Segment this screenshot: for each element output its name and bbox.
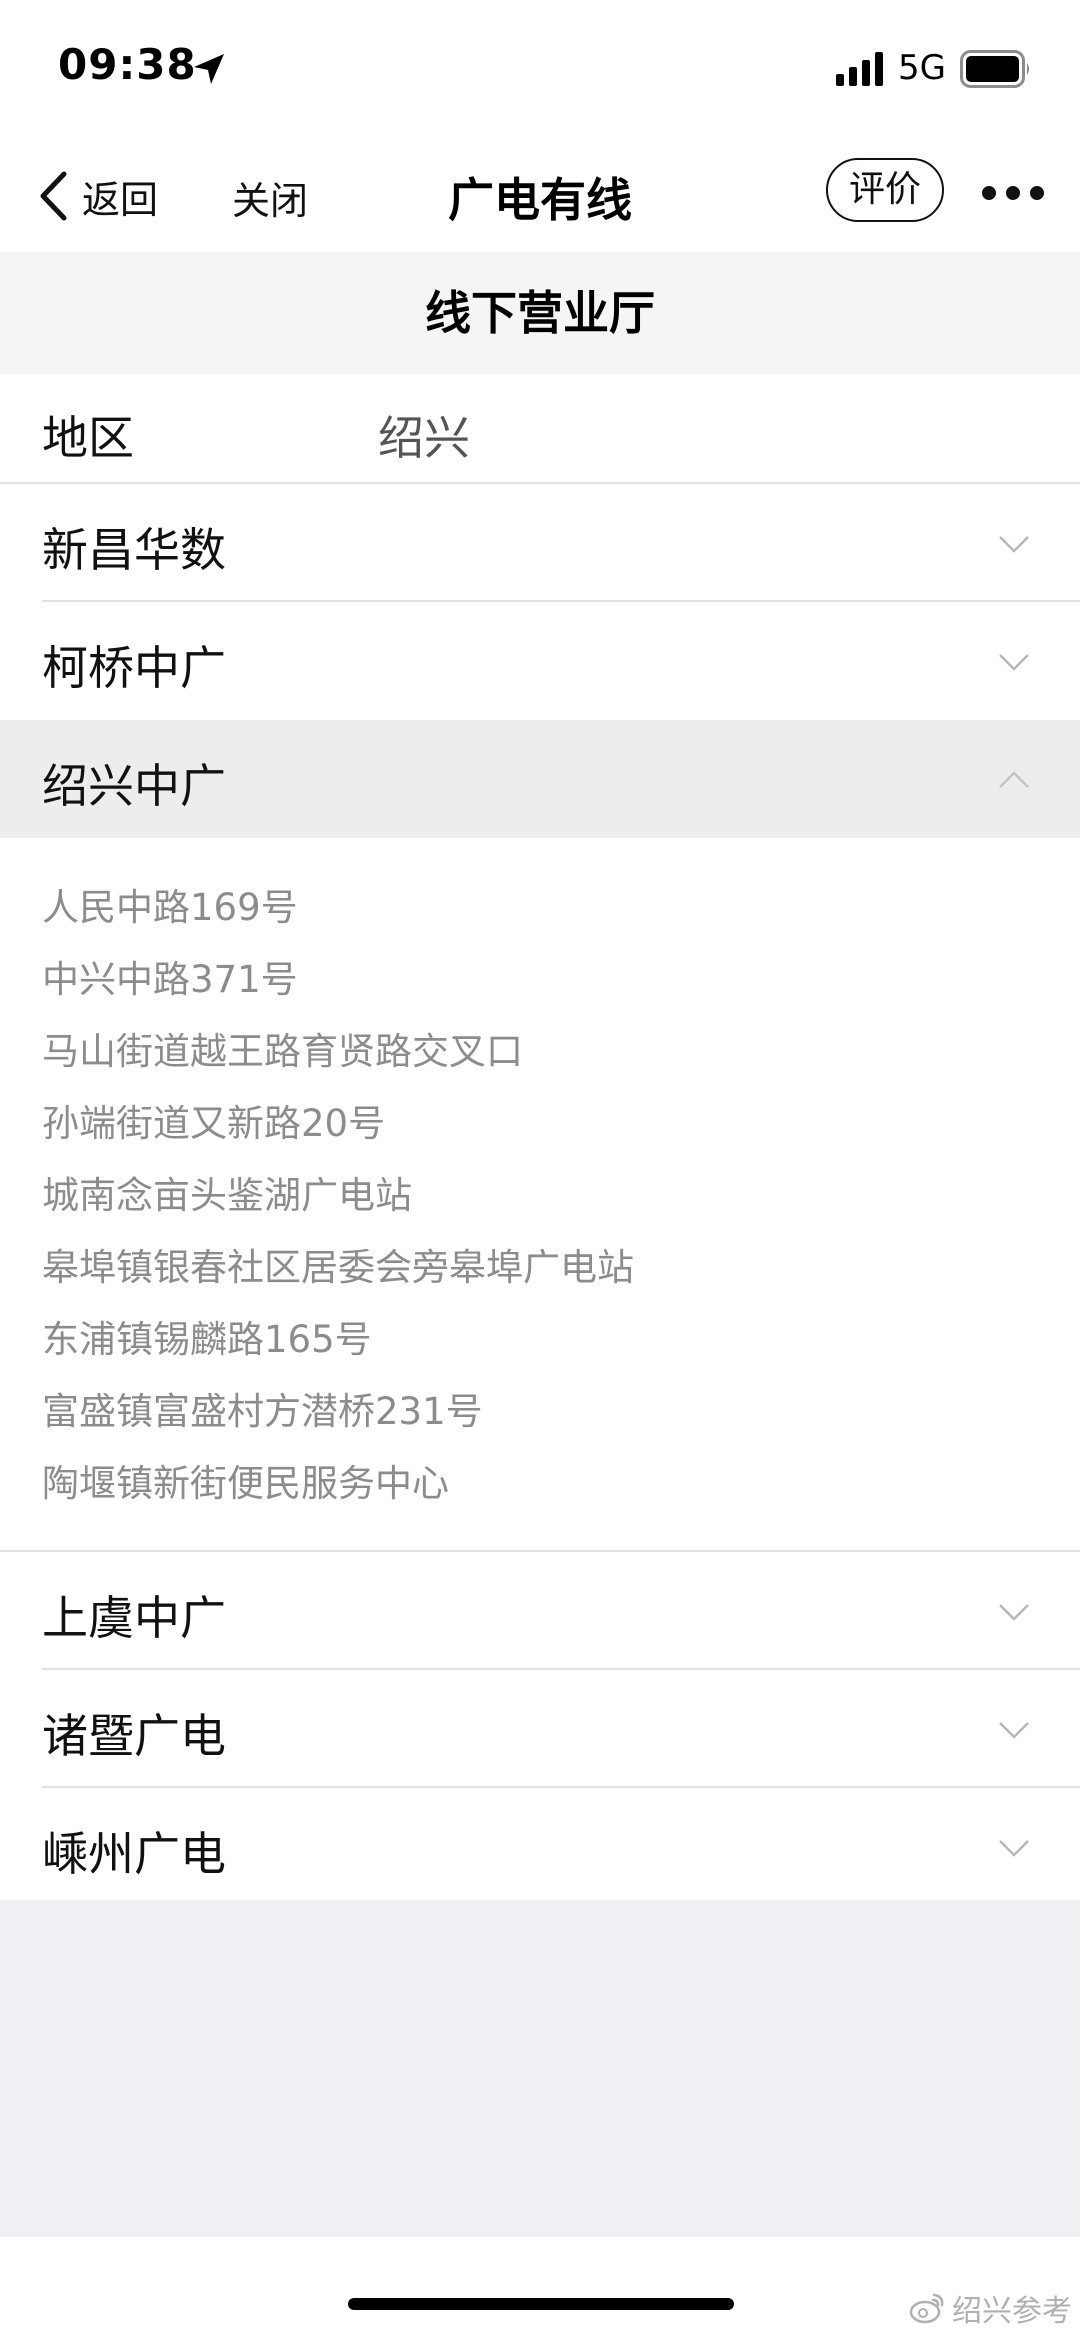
more-dots-icon[interactable] xyxy=(980,178,1046,208)
accordion-header-shangyu[interactable]: 上虞中广 xyxy=(0,1552,1080,1670)
weibo-icon xyxy=(909,2293,944,2324)
chevron-down-icon xyxy=(999,1604,1029,1621)
watermark-text: 绍兴参考 xyxy=(952,2294,1072,2329)
accordion-header-zhuji[interactable]: 诸暨广电 xyxy=(0,1670,1080,1788)
accordion-item: 新昌华数 xyxy=(0,484,1080,602)
network-type: 5G xyxy=(898,48,946,88)
accordion-header-keqiao[interactable]: 柯桥中广 xyxy=(0,602,1080,720)
accordion-header-shaoxing[interactable]: 绍兴中广 xyxy=(0,720,1080,838)
accordion-item-expanded: 绍兴中广 人民中路169号 中兴中路371号 马山街道越王路育贤路交叉口 孙端街… xyxy=(0,720,1080,1552)
accordion-title: 新昌华数 xyxy=(42,523,226,577)
address-item: 中兴中路371号 xyxy=(42,958,298,1001)
region-row[interactable]: 地区 绍兴 xyxy=(0,374,1080,484)
address-item: 皋埠镇银春社区居委会旁皋埠广电站 xyxy=(42,1246,634,1289)
address-item: 富盛镇富盛村方潜桥231号 xyxy=(42,1390,483,1433)
navigation-bar: 返回 关闭 广电有线 评价 xyxy=(0,140,1080,252)
accordion-title: 嵊州广电 xyxy=(42,1827,226,1881)
location-arrow-icon xyxy=(194,54,224,84)
accordion-item: 嵊州广电 xyxy=(0,1788,1080,1908)
chevron-down-icon xyxy=(999,1722,1029,1739)
address-list: 人民中路169号 中兴中路371号 马山街道越王路育贤路交叉口 孙端街道又新路2… xyxy=(0,838,1080,1552)
watermark: 绍兴参考 xyxy=(908,2288,1072,2329)
accordion-item: 上虞中广 xyxy=(0,1552,1080,1670)
accordion-title: 绍兴中广 xyxy=(42,759,226,813)
empty-background-area xyxy=(0,1900,1080,2237)
signal-icon xyxy=(836,52,883,86)
address-item: 陶堰镇新街便民服务中心 xyxy=(42,1462,449,1505)
accordion-header-xinchang[interactable]: 新昌华数 xyxy=(0,484,1080,602)
page-title: 线下营业厅 xyxy=(0,252,1080,374)
home-indicator[interactable] xyxy=(348,2298,734,2310)
chevron-down-icon xyxy=(999,1840,1029,1857)
close-button[interactable]: 关闭 xyxy=(232,170,308,225)
chevron-left-icon xyxy=(40,171,67,221)
back-label: 返回 xyxy=(82,177,159,222)
status-bar: 09:38 5G xyxy=(0,0,1080,140)
address-item: 人民中路169号 xyxy=(42,886,298,929)
accordion-title: 柯桥中广 xyxy=(42,641,226,695)
nav-title: 广电有线 xyxy=(448,173,632,227)
status-time: 09:38 xyxy=(58,40,197,89)
address-item: 马山街道越王路育贤路交叉口 xyxy=(42,1030,523,1073)
chevron-down-icon xyxy=(999,536,1029,553)
accordion-title: 上虞中广 xyxy=(42,1591,226,1645)
region-value[interactable]: 绍兴 xyxy=(378,402,470,468)
back-button[interactable]: 返回 xyxy=(38,162,158,230)
region-label: 地区 xyxy=(42,411,134,465)
address-item: 东浦镇锡麟路165号 xyxy=(42,1318,372,1361)
chevron-up-icon xyxy=(999,771,1029,788)
office-accordion: 新昌华数 柯桥中广 绍兴中广 人民中路169号 中兴中路371号 马山街道越王路… xyxy=(0,484,1080,1908)
address-item: 孙端街道又新路20号 xyxy=(42,1102,386,1145)
battery-icon xyxy=(960,50,1029,88)
chevron-down-icon xyxy=(999,654,1029,671)
accordion-title: 诸暨广电 xyxy=(42,1709,226,1763)
accordion-item: 诸暨广电 xyxy=(0,1670,1080,1788)
address-item: 城南念亩头鉴湖广电站 xyxy=(42,1174,412,1217)
rate-button[interactable]: 评价 xyxy=(826,158,944,222)
accordion-header-shengzhou[interactable]: 嵊州广电 xyxy=(0,1788,1080,1906)
accordion-item: 柯桥中广 xyxy=(0,602,1080,720)
